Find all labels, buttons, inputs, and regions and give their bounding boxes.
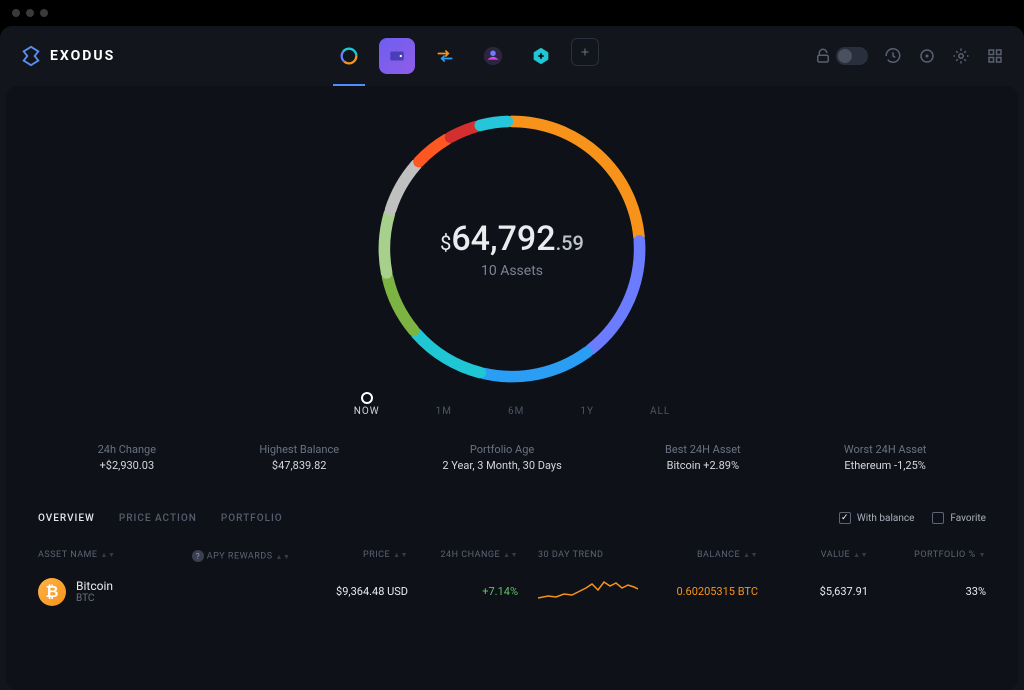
nav-profile[interactable] (475, 38, 511, 74)
checkbox-icon (932, 512, 944, 524)
nav-add[interactable] (571, 38, 599, 66)
portfolio-ring-icon (338, 45, 360, 67)
table-tabs: OVERVIEW PRICE ACTION PORTFOLIO With bal… (6, 504, 1018, 532)
nav-wallet[interactable] (379, 38, 415, 74)
table-tab-overview[interactable]: OVERVIEW (38, 513, 95, 524)
filter-with-balance[interactable]: With balance (839, 512, 915, 524)
stat-best-asset: Best 24H AssetBitcoin +2.89% (665, 443, 741, 472)
grid-icon[interactable] (986, 47, 1004, 65)
portfolio-donut: $64,792.59 10 Assets (367, 104, 657, 394)
nav-exchange[interactable] (427, 38, 463, 74)
stat-24h-change: 24h Change+$2,930.03 (98, 443, 156, 472)
coin-ticker: BTC (76, 593, 113, 604)
bitcoin-icon: ₿ (38, 578, 66, 606)
time-tab-1m[interactable]: 1M (436, 406, 452, 417)
table-tab-portfolio[interactable]: PORTFOLIO (221, 513, 283, 524)
assets-count: 10 Assets (481, 263, 543, 279)
stats-row: 24h Change+$2,930.03 Highest Balance$47,… (6, 443, 1018, 472)
brand-logo: EXODUS (20, 45, 115, 67)
brand-text: EXODUS (50, 48, 115, 64)
hexagon-plus-icon (530, 45, 552, 67)
lock-toggle[interactable] (814, 47, 868, 65)
cell-balance: 0.60205315 BTC (658, 585, 768, 598)
cell-value: $5,637.91 (768, 585, 868, 598)
exodus-icon (20, 45, 42, 67)
col-asset-name[interactable]: ASSET NAME▲▼ (38, 550, 188, 562)
table-row[interactable]: ₿ Bitcoin BTC $9,364.48 USD +7.14% 0.602… (6, 576, 1018, 607)
traffic-light-max[interactable] (40, 9, 48, 17)
time-tab-1y[interactable]: 1Y (580, 406, 594, 417)
unlock-icon (814, 47, 832, 65)
col-apy[interactable]: ? APY REWARDS▲▼ (188, 550, 318, 562)
help-icon[interactable]: ? (192, 550, 204, 562)
nav-portfolio[interactable] (331, 38, 367, 74)
profile-icon (482, 45, 504, 67)
main-panel: $64,792.59 10 Assets NOW 1M 6M 1Y ALL 24… (6, 86, 1018, 690)
cell-price: $9,364.48 USD (318, 585, 428, 598)
cell-pct: 33% (868, 585, 986, 598)
table-header: ASSET NAME▲▼ ? APY REWARDS▲▼ PRICE▲▼ 24H… (6, 550, 1018, 562)
time-tab-6m[interactable]: 6M (508, 406, 524, 417)
refresh-icon[interactable] (918, 47, 936, 65)
exchange-icon (435, 46, 455, 66)
time-tab-all[interactable]: ALL (650, 406, 670, 417)
col-portfolio-pct[interactable]: PORTFOLIO %▼ (868, 550, 986, 562)
stat-portfolio-age: Portfolio Age2 Year, 3 Month, 30 Days (442, 443, 561, 472)
time-tab-now[interactable]: NOW (354, 406, 380, 417)
col-balance[interactable]: BALANCE▲▼ (658, 550, 768, 562)
cell-change: +7.14% (428, 585, 538, 598)
traffic-light-min[interactable] (26, 9, 34, 17)
window-chrome (0, 0, 1024, 26)
stat-worst-asset: Worst 24H AssetEthereum -1,25% (844, 443, 927, 472)
traffic-light-close[interactable] (12, 9, 20, 17)
checkbox-icon (839, 512, 851, 524)
col-value[interactable]: VALUE▲▼ (768, 550, 868, 562)
history-icon[interactable] (884, 47, 902, 65)
nav-apps[interactable] (523, 38, 559, 74)
cell-trend (538, 576, 658, 607)
plus-icon (579, 46, 591, 58)
settings-icon[interactable] (952, 47, 970, 65)
table-tab-price-action[interactable]: PRICE ACTION (119, 513, 197, 524)
col-trend: 30 DAY TREND (538, 550, 658, 562)
col-price[interactable]: PRICE▲▼ (318, 550, 428, 562)
sparkline-icon (538, 576, 638, 604)
time-range-tabs: NOW 1M 6M 1Y ALL (6, 406, 1018, 417)
total-balance: $64,792.59 (440, 219, 584, 259)
wallet-icon (388, 47, 406, 65)
stat-highest-balance: Highest Balance$47,839.82 (259, 443, 339, 472)
filter-favorite[interactable]: Favorite (932, 512, 986, 524)
coin-name: Bitcoin (76, 579, 113, 593)
topbar: EXODUS (0, 26, 1024, 86)
col-change[interactable]: 24H CHANGE▲▼ (428, 550, 538, 562)
